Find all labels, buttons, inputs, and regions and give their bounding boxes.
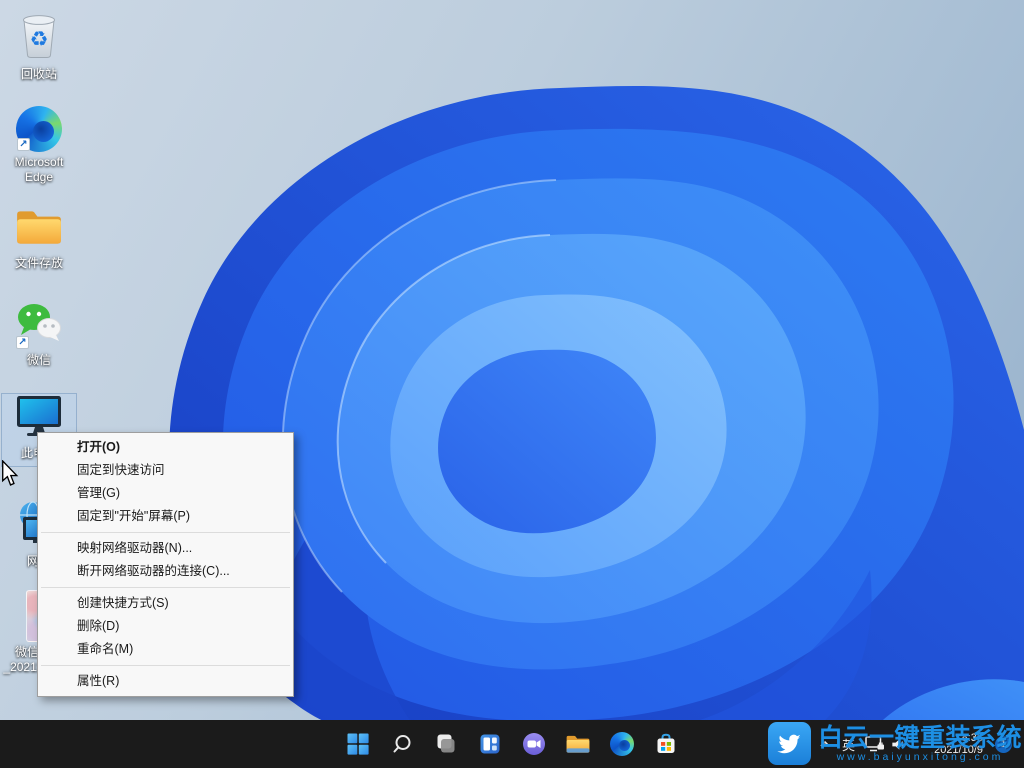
taskbar: 英 8:38 2021/10/9 1: [0, 720, 1024, 768]
menu-item-disconnect-network-drive[interactable]: 断开网络驱动器的连接(C)...: [39, 560, 292, 583]
taskbar-clock[interactable]: 8:38 2021/10/9: [933, 732, 983, 757]
menu-item-properties[interactable]: 属性(R): [39, 670, 292, 693]
clock-date: 2021/10/9: [933, 744, 983, 757]
chat-icon: [521, 731, 547, 757]
desktop-icon-wechat[interactable]: ↗ 微信: [2, 300, 76, 368]
chat-button[interactable]: [512, 722, 556, 766]
ime-language-indicator[interactable]: 英: [842, 735, 855, 754]
chevron-up-icon: [818, 737, 832, 751]
edge-icon: [610, 732, 634, 756]
menu-item-map-network-drive[interactable]: 映射网络驱动器(N)...: [39, 537, 292, 560]
widgets-icon: [478, 732, 502, 756]
recycle-bin-icon: ♻: [17, 10, 61, 64]
mouse-cursor: [1, 460, 19, 492]
menu-item-manage[interactable]: 管理(G): [39, 482, 292, 505]
menu-separator: [41, 587, 290, 588]
file-explorer-button[interactable]: [556, 722, 600, 766]
notification-count-badge[interactable]: 1: [995, 736, 1012, 753]
desktop-icon-file-folder[interactable]: 文件存放: [2, 206, 76, 271]
edge-button[interactable]: [600, 722, 644, 766]
search-button[interactable]: [380, 722, 424, 766]
wechat-icon: ↗: [15, 300, 63, 350]
desktop-icon-label: 回收站: [21, 67, 57, 82]
desktop-icon-label: 文件存放: [15, 256, 63, 271]
volume-tray-button[interactable]: [890, 736, 907, 753]
shortcut-arrow-icon: ↗: [17, 138, 30, 151]
desktop-icon-recycle-bin[interactable]: ♻ 回收站: [2, 10, 76, 82]
menu-separator: [41, 532, 290, 533]
clock-time: 8:38: [933, 732, 983, 745]
windows-start-icon: [346, 732, 370, 756]
edge-icon: ↗: [16, 106, 62, 152]
menu-item-delete[interactable]: 删除(D): [39, 615, 292, 638]
menu-item-create-shortcut[interactable]: 创建快捷方式(S): [39, 592, 292, 615]
task-view-button[interactable]: [424, 722, 468, 766]
desktop-icon-label: Microsoft Edge: [2, 155, 76, 184]
file-explorer-icon: [565, 732, 591, 756]
store-button[interactable]: [644, 722, 688, 766]
context-menu: 打开(O) 固定到快速访问 管理(G) 固定到"开始"屏幕(P) 映射网络驱动器…: [37, 432, 294, 697]
menu-separator: [41, 665, 290, 666]
shortcut-arrow-icon: ↗: [16, 336, 29, 349]
microsoft-store-icon: [654, 732, 678, 756]
desktop-icon-microsoft-edge[interactable]: ↗ Microsoft Edge: [2, 106, 76, 184]
widgets-button[interactable]: [468, 722, 512, 766]
desktop: ♻ 回收站 ↗ Microsoft Edge 文件存放: [0, 0, 1024, 768]
search-icon: [390, 732, 414, 756]
menu-item-pin-to-start[interactable]: 固定到"开始"屏幕(P): [39, 505, 292, 528]
network-tray-button[interactable]: [864, 734, 886, 754]
menu-item-pin-quick-access[interactable]: 固定到快速访问: [39, 459, 292, 482]
folder-icon: [14, 206, 64, 253]
start-button[interactable]: [336, 722, 380, 766]
svg-text:♻: ♻: [30, 28, 49, 51]
hidden-icons-chevron[interactable]: [818, 737, 832, 751]
wired-network-icon: [864, 734, 886, 754]
desktop-icon-label: 微信: [27, 353, 51, 368]
system-tray: 英 8:38 2021/10/9 1: [812, 720, 1024, 768]
task-view-icon: [434, 732, 458, 756]
speaker-icon: [890, 736, 907, 753]
menu-item-open[interactable]: 打开(O): [39, 436, 292, 459]
menu-item-rename[interactable]: 重命名(M): [39, 638, 292, 661]
